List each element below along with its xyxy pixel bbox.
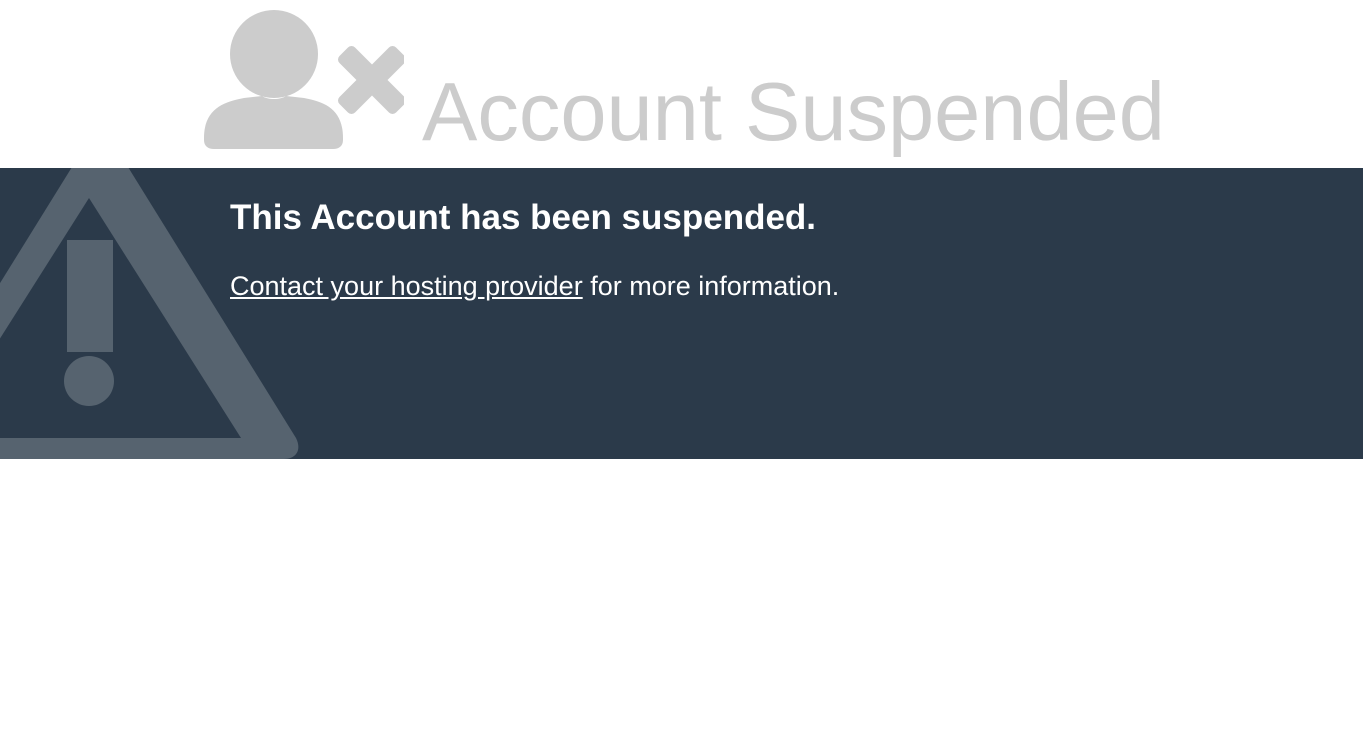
suspension-message: Contact your hosting provider for more i…: [230, 271, 839, 302]
contact-hosting-provider-link[interactable]: Contact your hosting provider: [230, 271, 583, 301]
page-header: Account Suspended: [0, 0, 1363, 168]
user-blocked-icon: [204, 10, 404, 149]
suspension-banner: This Account has been suspended. Contact…: [0, 168, 1363, 459]
suspension-heading: This Account has been suspended.: [230, 198, 817, 237]
message-suffix: for more information.: [582, 271, 840, 301]
page-title: Account Suspended: [422, 65, 1165, 158]
